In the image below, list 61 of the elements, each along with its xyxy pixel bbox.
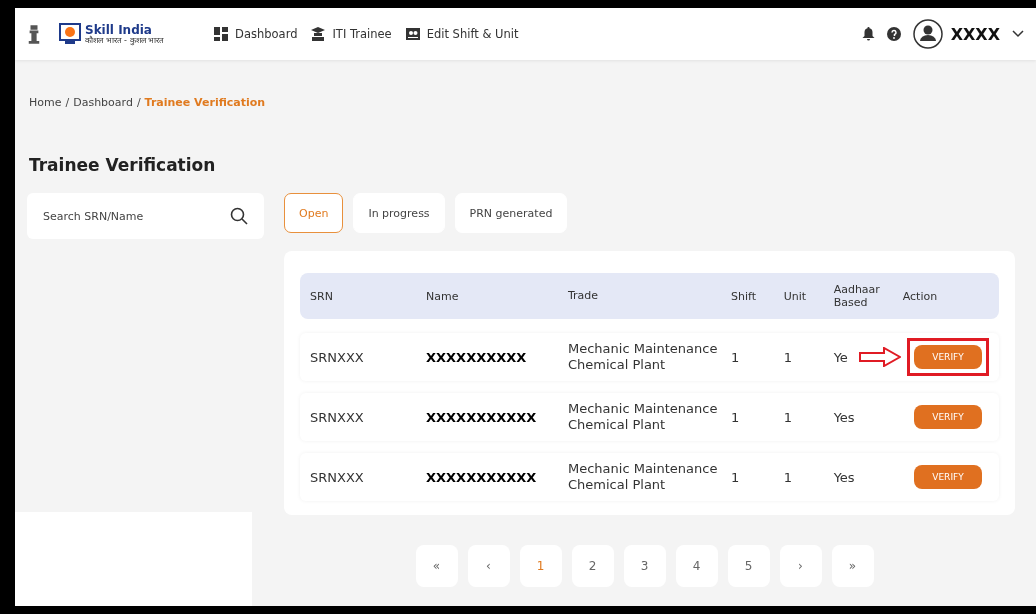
table-cell-text: XXXXXXXXXXX	[426, 469, 538, 485]
emblem-icon	[27, 23, 41, 45]
table-cell-text: 1	[783, 349, 794, 365]
table-cell-text: XXXXXXXXXXX	[426, 409, 538, 425]
people-icon	[405, 27, 420, 41]
logo-icon	[59, 23, 81, 45]
table-cell-text: Ye	[833, 349, 849, 365]
table-cell-text: SRNXXX	[310, 469, 365, 485]
table-cell-text: Yes	[833, 409, 856, 425]
column-header: SRN	[310, 289, 334, 303]
page-button[interactable]: »	[831, 545, 874, 587]
column-header: Shift	[731, 289, 758, 303]
search-icon	[230, 207, 248, 225]
column-header: Trade	[568, 289, 600, 303]
column-header: Action	[902, 289, 939, 303]
table-cell-text: Mechanic Maintenance Chemical Plant	[568, 340, 719, 374]
page-title: Trainee Verification	[29, 155, 217, 175]
brand-tagline: कौशल भारत - कुशल भारत	[85, 36, 165, 45]
chevron-down-icon[interactable]	[1012, 30, 1024, 38]
table-cell-text: Mechanic Maintenance Chemical Plant	[568, 460, 719, 494]
breadcrumb-link[interactable]: Home	[29, 96, 62, 109]
filter-tab[interactable]: In progress	[353, 193, 445, 233]
user-name[interactable]: XXXX	[950, 24, 1000, 44]
verify-button[interactable]: VERIFY	[914, 465, 982, 489]
column-header: Name	[426, 289, 460, 303]
page-button[interactable]: 3	[623, 545, 666, 587]
table-cell-text: SRNXXX	[310, 409, 365, 425]
bell-icon[interactable]	[861, 27, 875, 41]
table-cell-text: 1	[731, 469, 741, 485]
nav-link[interactable]: ITI Trainee	[311, 27, 392, 41]
page-button[interactable]: 1	[519, 545, 562, 587]
breadcrumb-link[interactable]: Dashboard	[73, 96, 133, 109]
page-button[interactable]: 5	[727, 545, 770, 587]
student-icon	[311, 27, 326, 41]
table-cell-text: 1	[783, 469, 794, 485]
filter-tab[interactable]: PRN generated	[454, 193, 568, 233]
page-button[interactable]: 4	[675, 545, 718, 587]
help-icon[interactable]	[886, 27, 901, 41]
search-field[interactable]: Search SRN/Name	[27, 193, 264, 239]
table-cell-text: Yes	[833, 469, 856, 485]
nav-link[interactable]: Dashboard	[214, 27, 298, 41]
page-button[interactable]: ›	[779, 545, 822, 587]
table-cell-text: SRNXXX	[310, 349, 365, 365]
column-header: Aadhaar Based	[833, 283, 881, 309]
avatar-icon[interactable]	[912, 19, 943, 49]
nav-link[interactable]: Edit Shift & Unit	[405, 27, 519, 41]
verify-button[interactable]: VERIFY	[914, 345, 982, 369]
breadcrumb-separator: /	[136, 96, 141, 109]
verify-button[interactable]: VERIFY	[914, 405, 982, 429]
page-button[interactable]: «	[415, 545, 458, 587]
page-button[interactable]: ‹	[467, 545, 510, 587]
table-cell-text: 1	[731, 349, 741, 365]
brand-name: Skill India	[85, 23, 153, 36]
table-cell-text: XXXXXXXXXX	[426, 349, 528, 365]
table-cell-text: Mechanic Maintenance Chemical Plant	[568, 400, 719, 434]
table-cell-text: 1	[783, 409, 794, 425]
column-header: Unit	[783, 289, 808, 303]
breadcrumb-separator: /	[65, 96, 70, 109]
table-cell-text: 1	[731, 409, 741, 425]
grid-icon	[214, 27, 229, 41]
page-button[interactable]: 2	[571, 545, 614, 587]
